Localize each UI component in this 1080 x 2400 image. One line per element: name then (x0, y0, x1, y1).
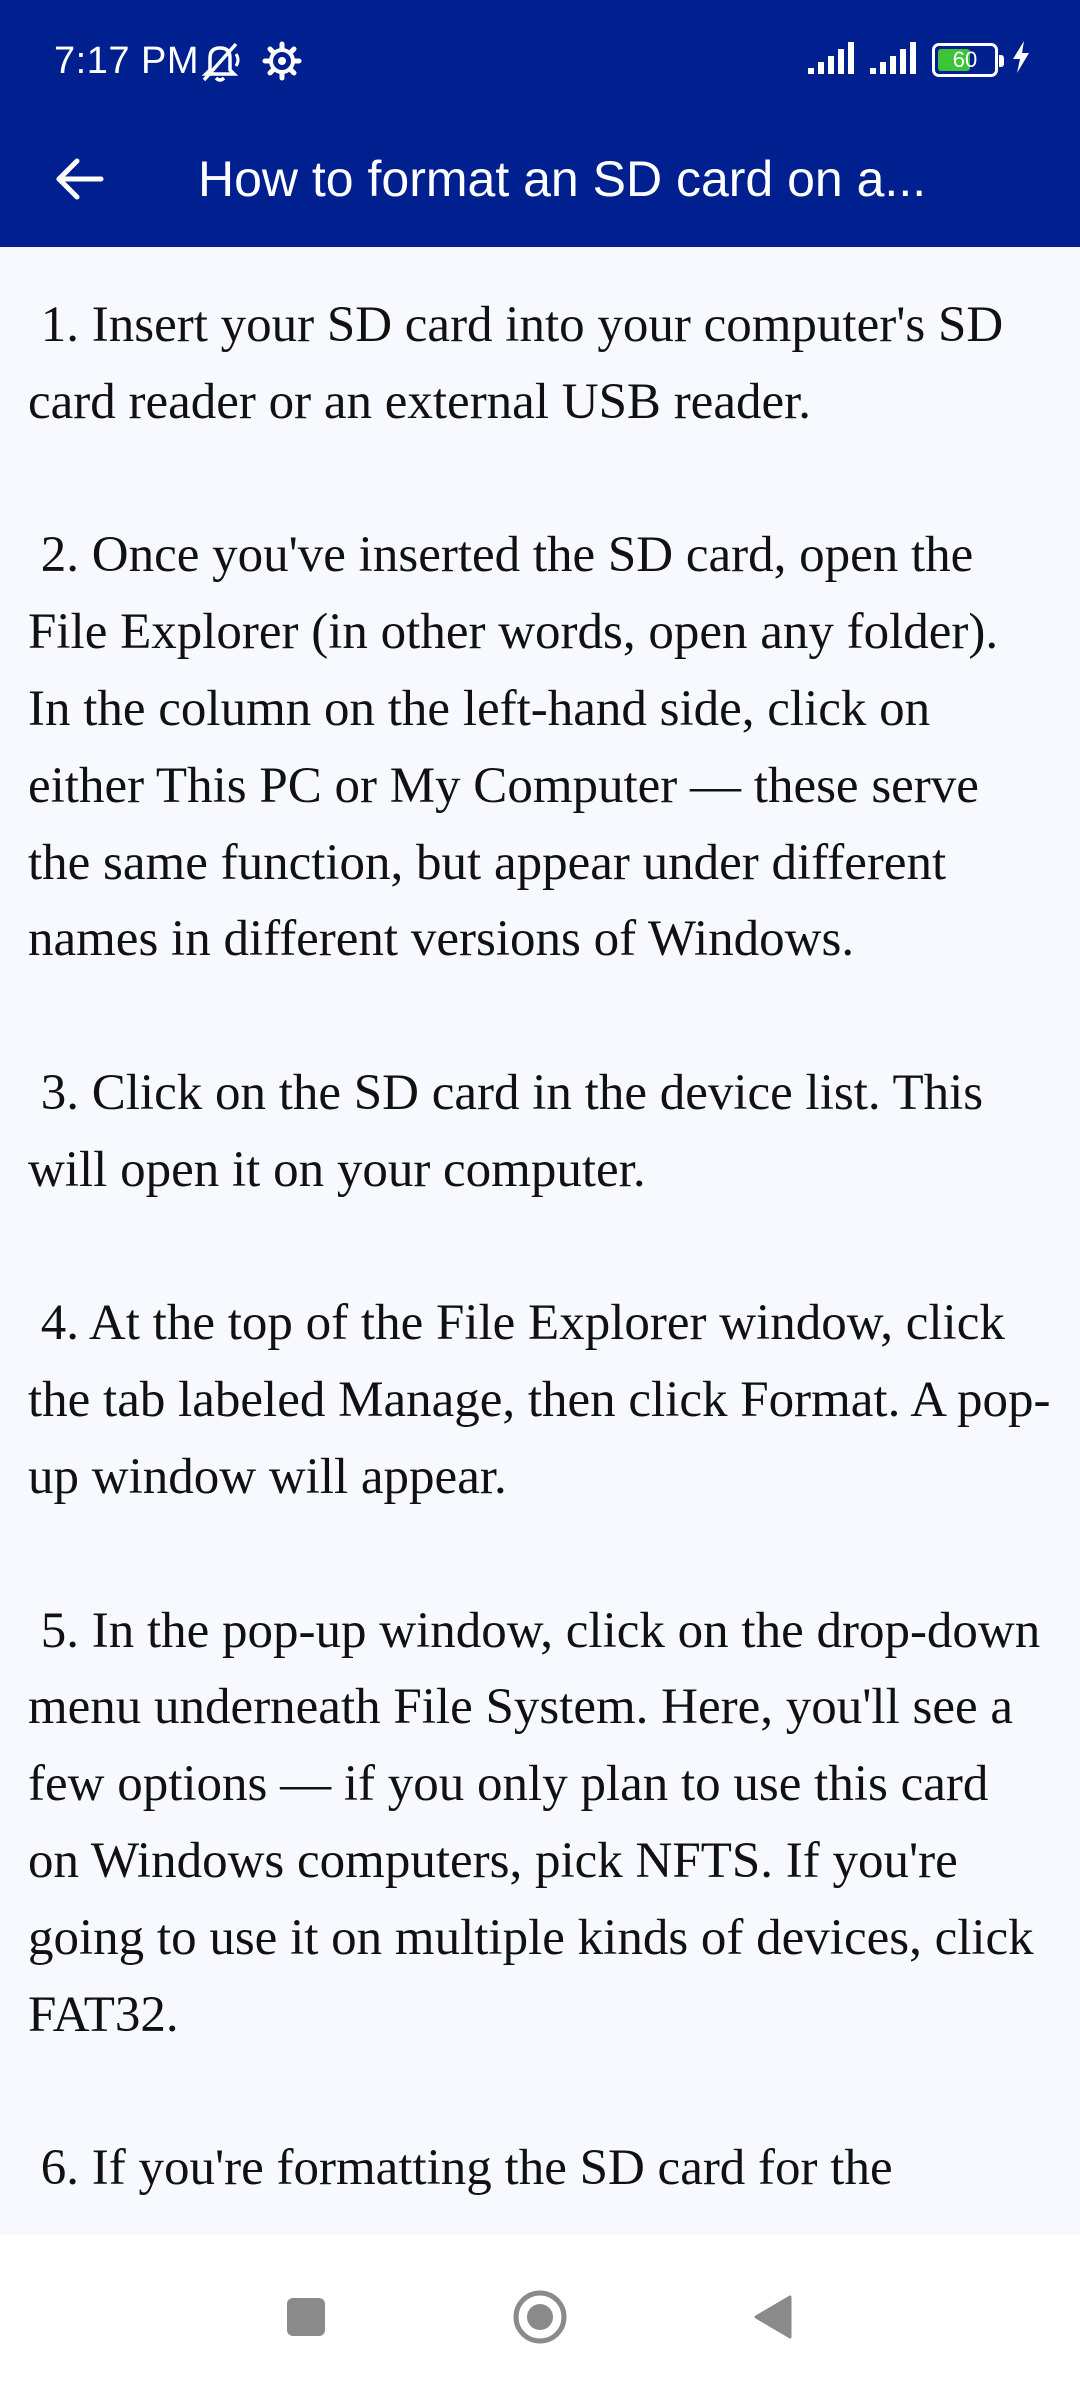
page-title: How to format an SD card on a... (198, 151, 927, 207)
article-scroll-area[interactable]: 1. Insert your SD card into your compute… (0, 247, 1080, 2235)
battery-tip (999, 54, 1004, 67)
settings-gear-icon (262, 41, 302, 86)
recents-button[interactable] (256, 2269, 356, 2369)
article-step: 6. If you're formatting the SD card for … (28, 2140, 893, 2197)
battery-icon: 60 (932, 42, 1004, 77)
circle-home-icon (511, 2288, 569, 2351)
charging-icon (1010, 40, 1032, 79)
battery-level: 60 (952, 46, 978, 72)
article-step: 4. At the top of the File Explorer windo… (28, 1295, 1051, 1505)
article-step: 2. Once you've inserted the SD card, ope… (28, 527, 1011, 968)
app-bar: How to format an SD card on a... (0, 120, 1080, 247)
status-icons-left (196, 38, 302, 89)
triangle-back-icon (750, 2293, 794, 2346)
mute-icon (196, 38, 244, 89)
signal-icon (870, 40, 920, 79)
status-bar: 7:17 PM 60 (0, 0, 1080, 120)
article-step: 3. Click on the SD card in the device li… (28, 1064, 996, 1198)
back-button[interactable] (34, 136, 124, 226)
square-recents-icon (285, 2296, 327, 2343)
article-body: 1. Insert your SD card into your compute… (0, 247, 1080, 2207)
arrow-left-icon (53, 156, 105, 207)
article-step: 5. In the pop-up window, click on the dr… (28, 1602, 1054, 2043)
article-step: 1. Insert your SD card into your compute… (28, 297, 1016, 430)
status-time: 7:17 PM (54, 40, 200, 82)
system-nav-bar (0, 2235, 1080, 2400)
back-nav-button[interactable] (722, 2269, 822, 2369)
home-button[interactable] (490, 2269, 590, 2369)
status-icons-right: 60 (808, 40, 1032, 79)
signal-icon (808, 40, 858, 79)
